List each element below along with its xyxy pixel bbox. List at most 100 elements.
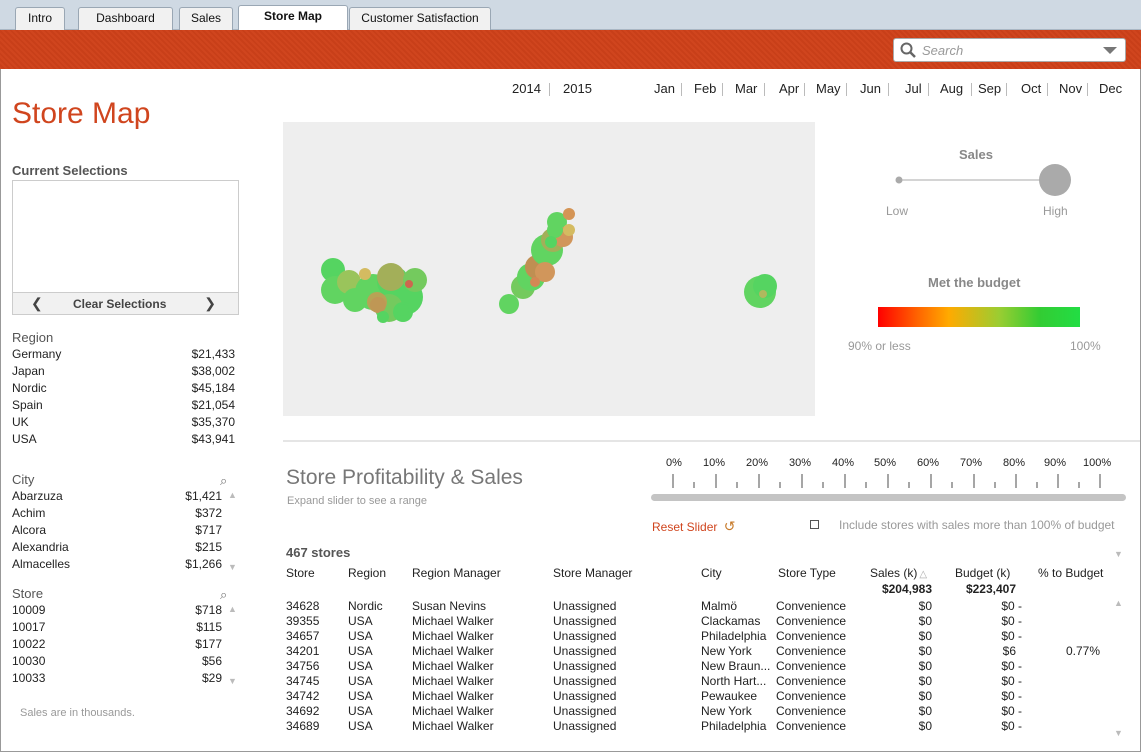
city-name: Achim [12, 506, 46, 520]
include-over-budget-checkbox[interactable] [810, 520, 819, 529]
column-header-city[interactable]: City [701, 566, 722, 580]
store-count: 467 stores [286, 545, 351, 560]
list-item[interactable]: 10017 $115 [12, 620, 222, 637]
cell-store-manager: Unassigned [553, 629, 617, 643]
month-feb[interactable]: Feb [694, 81, 716, 96]
list-item[interactable]: 10022 $177 [12, 637, 222, 654]
cell-store-type: Convenience [776, 674, 847, 688]
tab-sales[interactable]: Sales [179, 7, 233, 30]
month-mar[interactable]: Mar [735, 81, 757, 96]
year-2015[interactable]: 2015 [563, 81, 592, 96]
search-icon[interactable]: ⌕ [220, 587, 227, 603]
tab-customer-satisfaction[interactable]: Customer Satisfaction [349, 7, 491, 30]
cell-region: USA [348, 674, 373, 688]
reset-slider-button[interactable]: Reset Slider ↺ [652, 518, 735, 535]
scroll-up-icon[interactable]: ▲ [228, 604, 237, 614]
tab-intro[interactable]: Intro [15, 7, 65, 30]
month-aug[interactable]: Aug [940, 81, 963, 96]
month-oct[interactable]: Oct [1021, 81, 1041, 96]
tab-dashboard[interactable]: Dashboard [78, 7, 173, 30]
scroll-up-icon[interactable]: ▲ [1114, 598, 1123, 608]
cell-store-type: Convenience [776, 614, 847, 628]
list-item[interactable]: Abarzuza $1,421 [12, 489, 222, 506]
reset-icon: ↺ [723, 518, 736, 534]
next-arrow-icon[interactable]: ❯ [204, 295, 216, 312]
separator [888, 83, 889, 96]
month-nov[interactable]: Nov [1059, 81, 1082, 96]
list-item[interactable]: Japan $38,002 [12, 364, 235, 381]
month-jul[interactable]: Jul [905, 81, 922, 96]
tab-store-map[interactable]: Store Map [238, 5, 348, 31]
store-map[interactable] [283, 122, 815, 416]
store-name: 10022 [12, 637, 46, 651]
separator [722, 83, 723, 96]
scroll-up-icon[interactable]: ▼ [1114, 549, 1123, 559]
cell-store-manager: Unassigned [553, 689, 617, 703]
list-item[interactable]: 10033 $29 [12, 671, 222, 688]
cell-budget: $0 - [1001, 614, 1022, 628]
cell-city: New Braun... [701, 659, 771, 673]
month-sep[interactable]: Sep [978, 81, 1001, 96]
column-header-percent-to-budget[interactable]: % to Budget [1038, 566, 1103, 580]
cell-store-manager: Unassigned [553, 719, 617, 733]
list-item[interactable]: Alexandria $215 [12, 540, 222, 557]
column-header-store[interactable]: Store [286, 566, 315, 580]
scroll-down-icon[interactable]: ▼ [1114, 728, 1123, 738]
search-input[interactable]: Search [893, 38, 1126, 62]
scroll-down-icon[interactable]: ▼ [228, 562, 237, 572]
list-item[interactable]: UK $35,370 [12, 415, 235, 432]
cell-region: USA [348, 659, 373, 673]
scroll-up-icon[interactable]: ▲ [228, 490, 237, 500]
cell-region: USA [348, 614, 373, 628]
city-name: Alexandria [12, 540, 69, 554]
cell-budget: $0 - [1001, 599, 1022, 613]
list-item[interactable]: Alcora $717 [12, 523, 222, 540]
profitability-subtitle: Expand slider to see a range [287, 495, 428, 507]
month-apr[interactable]: Apr [779, 81, 799, 96]
column-header-store-manager[interactable]: Store Manager [553, 566, 632, 580]
city-name: Abarzuza [12, 489, 63, 503]
sales-high-label: High [1043, 204, 1068, 218]
scroll-down-icon[interactable]: ▼ [228, 676, 237, 686]
column-header-store-type[interactable]: Store Type [778, 566, 836, 580]
previous-arrow-icon[interactable]: ❮ [31, 295, 43, 312]
month-may[interactable]: May [816, 81, 841, 96]
list-item[interactable]: Achim $372 [12, 506, 222, 523]
list-item[interactable]: Germany $21,433 [12, 347, 235, 364]
percent-range-slider[interactable] [651, 494, 1126, 501]
header-bar: Search [0, 30, 1141, 69]
store-name: 10030 [12, 654, 46, 668]
column-header-sales[interactable]: Sales (k) △ [870, 566, 927, 580]
month-jun[interactable]: Jun [860, 81, 881, 96]
list-item[interactable]: Almacelles $1,266 [12, 557, 222, 574]
list-item[interactable]: USA $43,941 [12, 432, 235, 449]
footnote: Sales are in thousands. [20, 707, 135, 719]
percent-tick-label: 30% [789, 457, 812, 469]
cell-city: New York [701, 644, 752, 658]
cell-store-manager: Unassigned [553, 704, 617, 718]
city-value: $372 [195, 506, 222, 520]
column-header-region-manager[interactable]: Region Manager [412, 566, 501, 580]
cell-store-type: Convenience [776, 599, 847, 613]
cell-store-manager: Unassigned [553, 659, 617, 673]
year-2014[interactable]: 2014 [512, 81, 541, 96]
list-item[interactable]: 10030 $56 [12, 654, 222, 671]
separator [846, 83, 847, 96]
cell-budget: $0 - [1001, 719, 1022, 733]
clear-selections-button[interactable]: Clear Selections [73, 297, 166, 311]
column-header-region[interactable]: Region [348, 566, 386, 580]
list-item[interactable]: Spain $21,054 [12, 398, 235, 415]
month-jan[interactable]: Jan [654, 81, 675, 96]
city-list-title: City [12, 472, 35, 487]
chevron-down-icon[interactable] [1101, 43, 1119, 57]
month-dec[interactable]: Dec [1099, 81, 1122, 96]
search-icon[interactable]: ⌕ [220, 473, 227, 489]
cell-city: Clackamas [701, 614, 761, 628]
cell-region: USA [348, 719, 373, 733]
region-value: $38,002 [191, 364, 235, 378]
column-header-budget[interactable]: Budget (k) [955, 566, 1010, 580]
list-item[interactable]: 10009 $718 [12, 603, 222, 620]
list-item[interactable]: Nordic $45,184 [12, 381, 235, 398]
tab-bar: Intro Dashboard Sales Store Map Customer… [0, 0, 1141, 31]
cell-sales: $0 [918, 674, 932, 688]
